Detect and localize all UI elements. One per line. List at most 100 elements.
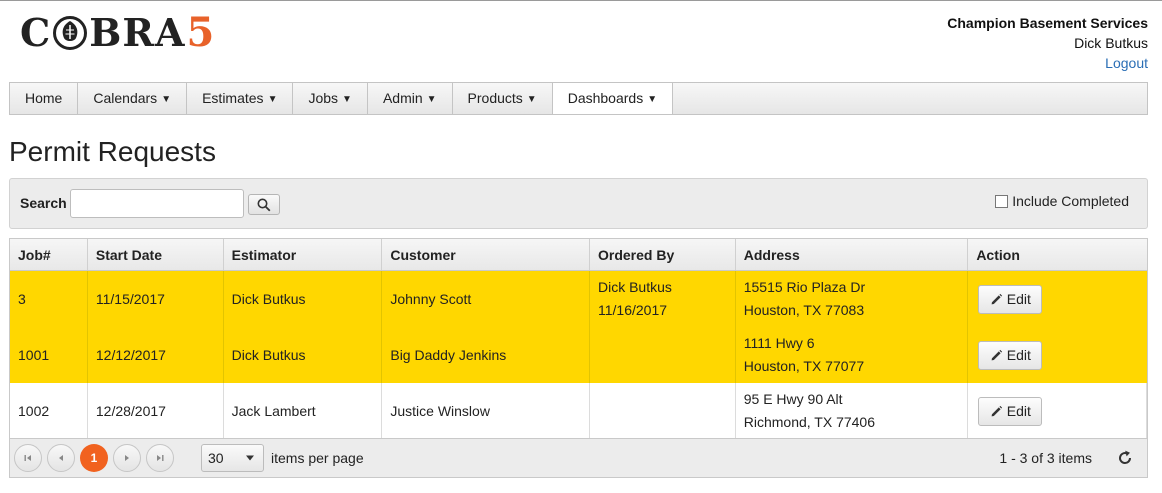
nav-label: Jobs xyxy=(308,90,339,106)
last-page-icon xyxy=(157,455,164,461)
address-line1: 1111 Hwy 6 xyxy=(743,335,815,351)
cell-ordered-by xyxy=(590,383,736,439)
cobra-emblem-icon xyxy=(53,16,88,50)
pencil-icon xyxy=(991,349,1002,360)
page-number-current[interactable]: 1 xyxy=(80,444,108,472)
nav-admin[interactable]: Admin ▼ xyxy=(368,83,453,114)
search-icon xyxy=(257,198,271,211)
nav-estimates[interactable]: Estimates ▼ xyxy=(187,83,294,114)
nav-calendars[interactable]: Calendars ▼ xyxy=(78,83,188,114)
items-per-page-value: 30 xyxy=(208,450,224,466)
column-header-start-date[interactable]: Start Date xyxy=(88,239,224,270)
nav-label: Calendars xyxy=(93,90,158,106)
table-row[interactable]: 1001 12/12/2017 Dick Butkus Big Daddy Je… xyxy=(10,327,1147,383)
table-row[interactable]: 1002 12/28/2017 Jack Lambert Justice Win… xyxy=(10,383,1147,439)
pencil-icon xyxy=(991,405,1002,416)
cell-job: 3 xyxy=(10,271,88,327)
items-per-page-select[interactable]: 30 xyxy=(201,444,264,472)
nav-products[interactable]: Products ▼ xyxy=(453,83,553,114)
ordered-by-name: Dick Butkus xyxy=(597,279,672,295)
caret-down-icon: ▼ xyxy=(342,94,352,105)
pager-info: 1 - 3 of 3 items xyxy=(999,450,1092,466)
cell-start-date: 11/15/2017 xyxy=(88,271,224,327)
user-box: Champion Basement Services Dick Butkus L… xyxy=(947,13,1148,73)
next-page-button[interactable] xyxy=(113,444,141,472)
prev-page-button[interactable] xyxy=(47,444,75,472)
first-page-button[interactable] xyxy=(14,444,42,472)
cell-start-date: 12/12/2017 xyxy=(88,327,224,383)
cell-customer: Big Daddy Jenkins xyxy=(382,327,590,383)
nav-label: Home xyxy=(25,90,63,106)
cell-address: 1111 Hwy 6 Houston, TX 77077 xyxy=(736,327,969,383)
address-line2: Richmond, TX 77406 xyxy=(743,414,875,430)
nav-label: Estimates xyxy=(202,90,264,106)
cell-estimator: Jack Lambert xyxy=(224,383,383,439)
cell-action: Edit xyxy=(968,327,1147,383)
edit-button[interactable]: Edit xyxy=(978,340,1043,370)
nav-label: Dashboards xyxy=(567,90,644,106)
cell-ordered-by xyxy=(590,327,736,383)
cell-address: 95 E Hwy 90 Alt Richmond, TX 77406 xyxy=(736,383,969,439)
cell-action: Edit xyxy=(968,271,1147,327)
address-line2: Houston, TX 77077 xyxy=(743,358,865,374)
items-per-page-label: items per page xyxy=(271,450,364,466)
refresh-button[interactable] xyxy=(1115,448,1135,468)
company-name: Champion Basement Services xyxy=(947,15,1148,31)
caret-down-icon: ▼ xyxy=(267,94,278,105)
column-header-ordered-by[interactable]: Ordered By xyxy=(590,239,736,270)
column-header-job[interactable]: Job# xyxy=(10,239,88,270)
cell-job: 1002 xyxy=(10,383,88,439)
grid-pager: 1 30 items per page 1 - 3 of 3 items xyxy=(10,438,1147,477)
nav-label: Admin xyxy=(382,90,423,106)
cell-customer: Justice Winslow xyxy=(382,383,590,439)
first-page-icon xyxy=(24,455,31,461)
pencil-icon xyxy=(991,293,1002,304)
cobra5-logo[interactable]: C BRA 5 xyxy=(20,11,214,55)
cell-action: Edit xyxy=(968,383,1147,439)
caret-down-icon: ▼ xyxy=(526,94,537,105)
edit-button[interactable]: Edit xyxy=(978,396,1043,426)
cell-start-date: 12/28/2017 xyxy=(88,383,224,439)
logo-number: 5 xyxy=(186,9,215,56)
include-completed-label: Include Completed xyxy=(1012,193,1129,209)
cell-address: 15515 Rio Plaza Dr Houston, TX 77083 xyxy=(736,271,969,327)
include-completed[interactable]: Include Completed xyxy=(995,193,1129,209)
address-line1: 95 E Hwy 90 Alt xyxy=(743,391,843,407)
next-page-icon xyxy=(125,455,129,461)
cell-ordered-by: Dick Butkus 11/16/2017 xyxy=(590,271,736,327)
logo-text: BRA xyxy=(89,10,186,55)
nav-home[interactable]: Home xyxy=(10,83,79,114)
column-header-customer[interactable]: Customer xyxy=(382,239,590,270)
app-page: C BRA 5 Champion Basement Services Dick … xyxy=(0,0,1162,493)
cell-customer: Johnny Scott xyxy=(382,271,590,327)
search-button[interactable] xyxy=(248,194,280,215)
caret-down-icon: ▼ xyxy=(426,94,437,105)
column-header-estimator[interactable]: Estimator xyxy=(224,239,383,270)
cell-estimator: Dick Butkus xyxy=(224,271,383,327)
search-input[interactable] xyxy=(70,189,244,218)
prev-page-icon xyxy=(59,455,63,461)
nav-dashboards[interactable]: Dashboards ▼ xyxy=(552,83,674,114)
user-name: Dick Butkus xyxy=(1074,35,1148,51)
refresh-icon xyxy=(1119,450,1132,464)
ordered-by-date: 11/16/2017 xyxy=(597,302,668,318)
permit-grid: Job# Start Date Estimator Customer Order… xyxy=(9,238,1148,478)
grid-header: Job# Start Date Estimator Customer Order… xyxy=(10,239,1147,271)
main-nav: Home Calendars ▼ Estimates ▼ Jobs ▼ Admin ▼ … xyxy=(9,82,1148,115)
column-header-address[interactable]: Address xyxy=(736,239,969,270)
edit-label: Edit xyxy=(1006,402,1031,419)
search-toolbar: Search Include Completed xyxy=(9,178,1148,229)
last-page-button[interactable] xyxy=(146,444,174,472)
edit-label: Edit xyxy=(1006,346,1031,363)
table-row[interactable]: 3 11/15/2017 Dick Butkus Johnny Scott Di… xyxy=(10,271,1147,327)
caret-down-icon: ▼ xyxy=(161,94,172,105)
address-line1: 15515 Rio Plaza Dr xyxy=(743,279,866,295)
cell-estimator: Dick Butkus xyxy=(224,327,383,383)
cell-job: 1001 xyxy=(10,327,88,383)
logout-link[interactable]: Logout xyxy=(1105,55,1148,71)
nav-jobs[interactable]: Jobs ▼ xyxy=(293,83,368,114)
edit-button[interactable]: Edit xyxy=(978,284,1043,314)
nav-label: Products xyxy=(467,90,523,106)
page-title: Permit Requests xyxy=(9,136,216,167)
include-completed-checkbox[interactable] xyxy=(995,194,1009,208)
